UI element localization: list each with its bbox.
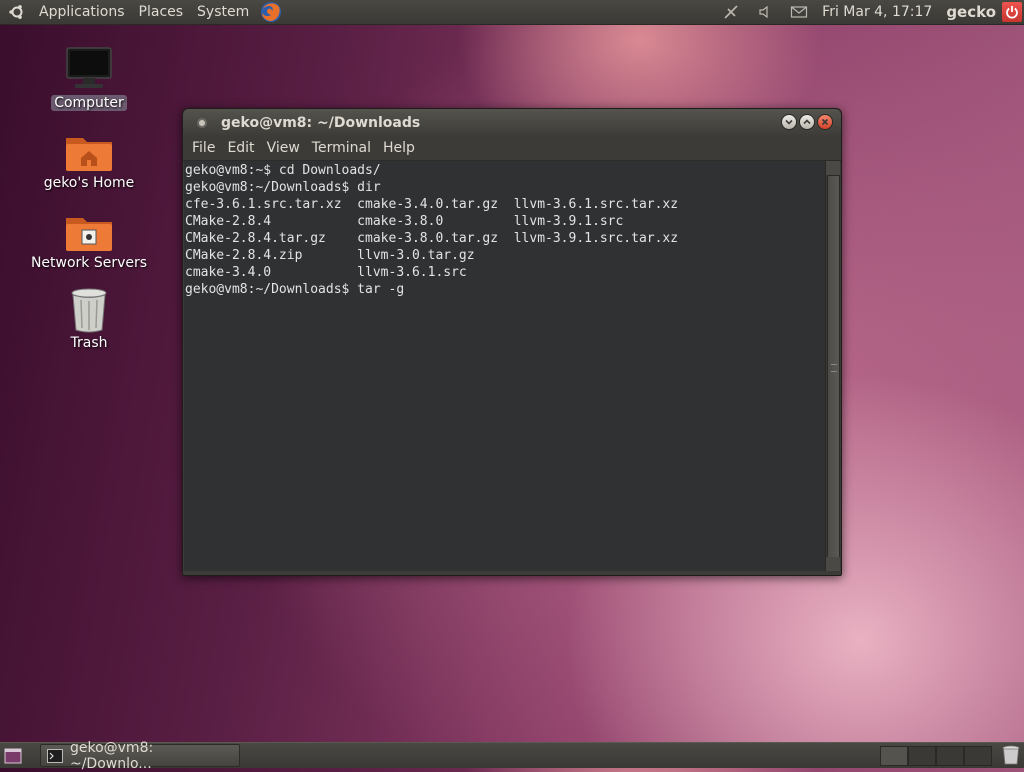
menu-places[interactable]: Places: [132, 0, 191, 24]
clock[interactable]: Fri Mar 4, 17:17: [822, 4, 932, 20]
system-tray: Fri Mar 4, 17:17 gecko: [714, 0, 1024, 24]
network-icon[interactable]: [722, 4, 740, 20]
desktop-icon-label: geko's Home: [43, 175, 135, 191]
workspace-3[interactable]: [936, 746, 964, 766]
scroll-thumb[interactable]: [827, 175, 840, 559]
desktop-icon-home[interactable]: geko's Home: [24, 132, 154, 191]
trash-applet-icon[interactable]: [1002, 745, 1020, 765]
menu-help[interactable]: Help: [377, 140, 421, 156]
taskbar-button-terminal[interactable]: geko@vm8: ~/Downlo...: [40, 740, 240, 772]
top-panel: Applications Places System Fri Mar 4, 17…: [0, 0, 1024, 25]
power-button[interactable]: [1002, 2, 1022, 22]
computer-icon: [66, 47, 112, 88]
close-icon: [821, 118, 829, 126]
desktop-icon-network-servers[interactable]: Network Servers: [24, 212, 154, 271]
desktop-icon-trash[interactable]: Trash: [24, 286, 154, 351]
window-menu-button[interactable]: [197, 117, 207, 128]
ubuntu-logo-icon[interactable]: [8, 3, 26, 21]
window-controls: [781, 114, 833, 130]
terminal-menubar: File Edit View Terminal Help: [183, 136, 841, 161]
terminal-output[interactable]: geko@vm8:~$ cd Downloads/ geko@vm8:~/Dow…: [184, 161, 826, 571]
terminal-text: geko@vm8:~$ cd Downloads/ geko@vm8:~/Dow…: [185, 163, 679, 297]
bottom-panel: geko@vm8: ~/Downlo...: [0, 740, 1024, 772]
scroll-down-arrow[interactable]: [826, 557, 840, 571]
workspace-switcher: [880, 746, 992, 766]
menu-view[interactable]: View: [261, 140, 306, 156]
desktop-icon-label: Computer: [51, 95, 127, 111]
workspace-1[interactable]: [880, 746, 908, 766]
workspace-4[interactable]: [964, 746, 992, 766]
chevron-down-icon: [785, 119, 793, 125]
power-icon: [1006, 6, 1018, 19]
desktop-icon-computer[interactable]: Computer: [24, 46, 154, 111]
firefox-icon[interactable]: [260, 1, 282, 23]
menu-terminal[interactable]: Terminal: [306, 140, 377, 156]
minimize-button[interactable]: [781, 114, 797, 130]
mail-icon[interactable]: [790, 4, 808, 20]
terminal-icon: [47, 748, 63, 763]
desktop-icon-label: Network Servers: [30, 255, 148, 271]
terminal-scrollbar[interactable]: [825, 161, 840, 571]
home-folder-icon: [66, 138, 112, 171]
trash-icon: [71, 288, 107, 333]
chevron-up-icon: [803, 119, 811, 125]
menu-edit[interactable]: Edit: [221, 140, 260, 156]
user-menu[interactable]: gecko: [946, 3, 996, 21]
maximize-button[interactable]: [799, 114, 815, 130]
close-button[interactable]: [817, 114, 833, 130]
workspace-2[interactable]: [908, 746, 936, 766]
menu-system[interactable]: System: [190, 0, 256, 24]
terminal-window: geko@vm8: ~/Downloads File Edit View Ter…: [182, 108, 842, 576]
scroll-up-arrow[interactable]: [826, 161, 840, 175]
volume-icon[interactable]: [756, 4, 774, 20]
window-titlebar[interactable]: geko@vm8: ~/Downloads: [183, 109, 841, 136]
menu-applications[interactable]: Applications: [32, 0, 132, 24]
menu-file[interactable]: File: [186, 140, 221, 156]
window-title: geko@vm8: ~/Downloads: [221, 114, 421, 131]
taskbar-button-label: geko@vm8: ~/Downlo...: [69, 739, 154, 772]
network-folder-icon: [66, 218, 112, 251]
desktop-icon-label: Trash: [70, 335, 108, 351]
show-desktop-icon[interactable]: [4, 748, 22, 764]
